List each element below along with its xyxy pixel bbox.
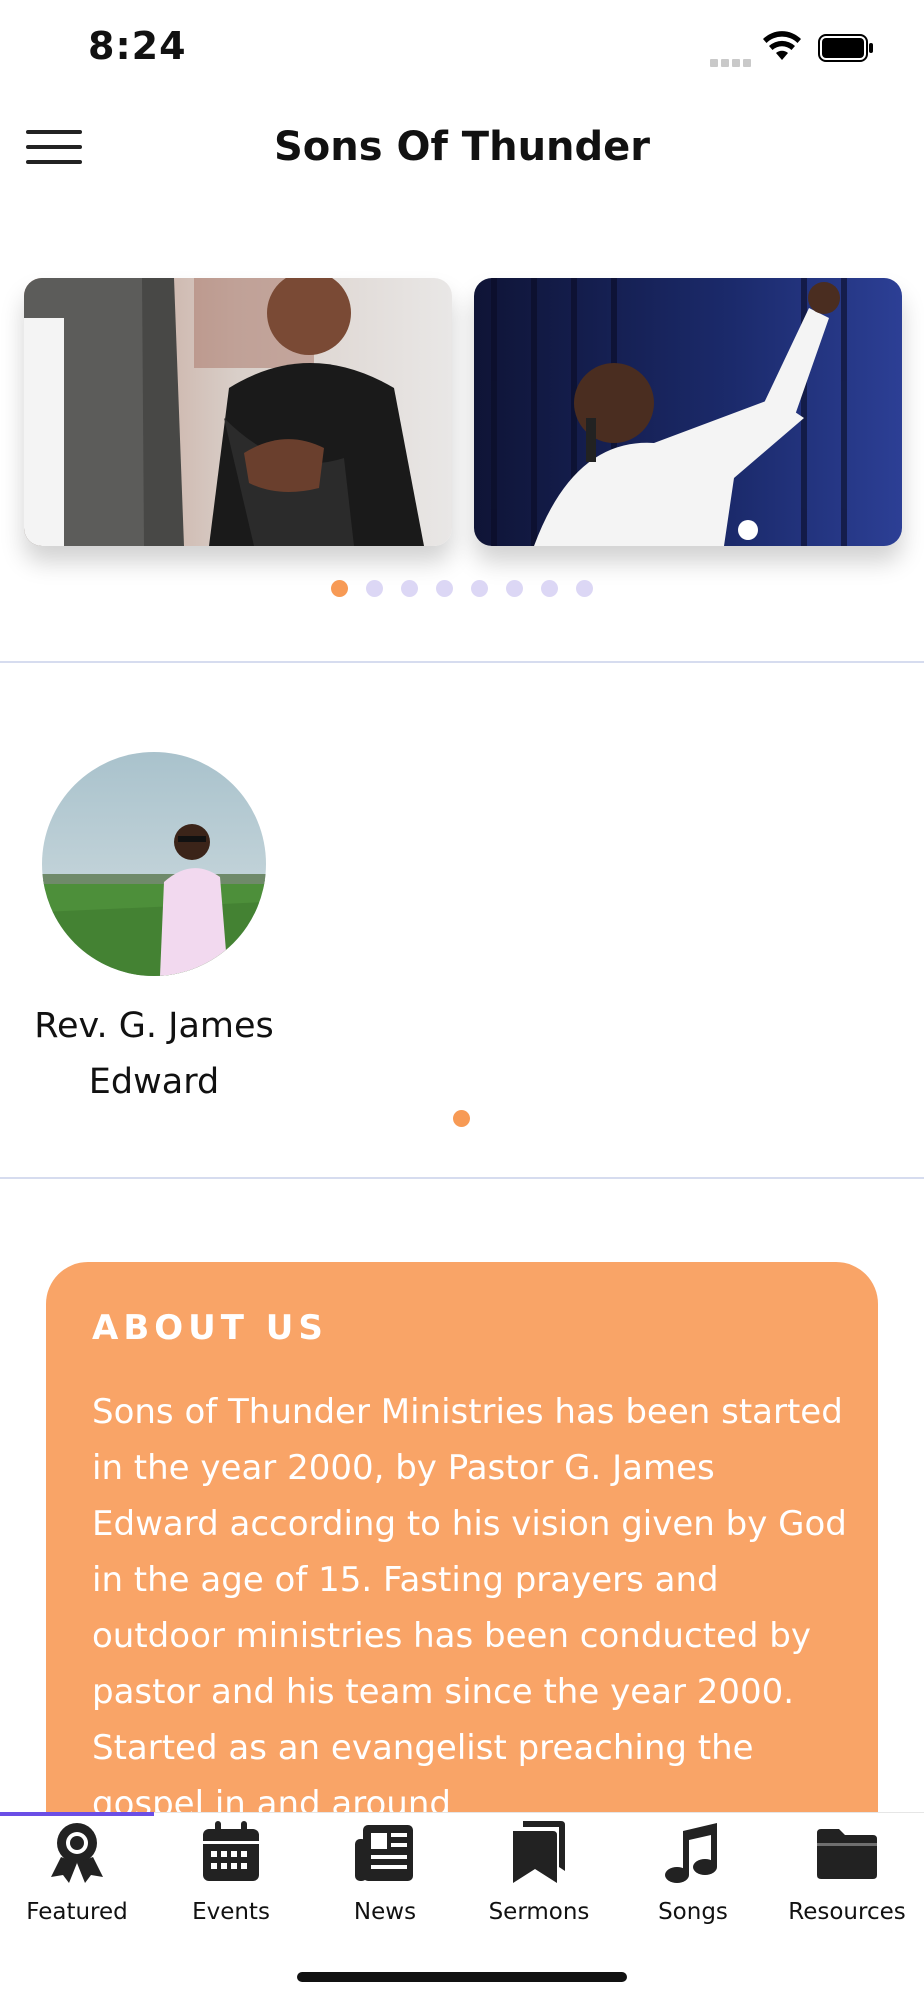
carousel-slide[interactable] [474,278,902,546]
tab-sermons[interactable]: Sermons [462,1813,616,1933]
tab-news[interactable]: News [308,1813,462,1933]
status-bar: 8:24 [0,0,924,100]
tab-label: Events [192,1899,270,1925]
about-us-card: ABOUT US Sons of Thunder Ministries has … [46,1262,878,1862]
app-header: Sons Of Thunder [0,110,924,190]
section-divider [0,1177,924,1179]
award-icon [51,1823,103,1883]
pagination-dot[interactable] [471,580,488,597]
tab-resources[interactable]: Resources [770,1813,924,1933]
cellular-signal-icon [710,54,754,72]
calendar-icon [203,1821,259,1881]
pagination-dot[interactable] [366,580,383,597]
pagination-dot[interactable] [401,580,418,597]
tab-label: Resources [788,1899,906,1925]
page-title: Sons Of Thunder [273,124,651,170]
pagination-dot[interactable] [436,580,453,597]
pagination-dot-active[interactable] [331,580,348,597]
bookmarks-icon [513,1821,565,1883]
banner-carousel[interactable] [0,278,924,548]
tab-label: News [353,1899,417,1925]
status-time: 8:24 [88,24,187,68]
pagination-dot[interactable] [576,580,593,597]
about-text: Sons of Thunder Ministries has been star… [92,1392,847,1824]
tab-label: Songs [658,1899,728,1925]
section-divider [0,661,924,663]
battery-icon [818,34,873,62]
preacher-photo [474,278,902,546]
tab-songs[interactable]: Songs [616,1813,770,1933]
tab-featured[interactable]: Featured [0,1813,154,1933]
avatar [42,752,266,976]
wifi-icon [763,31,801,60]
folder-icon [817,1829,877,1879]
pagination-dot[interactable] [541,580,558,597]
carousel-slide[interactable] [24,278,452,546]
portrait-photo [42,752,266,976]
about-title: ABOUT US [92,1308,328,1348]
leader-card[interactable]: Rev. G. James Edward [20,752,288,1110]
newspaper-icon [355,1825,413,1881]
pagination-dot-active[interactable] [453,1110,470,1127]
music-note-icon [665,1823,717,1883]
pagination-dot[interactable] [506,580,523,597]
couple-photo [24,278,452,546]
tab-label: Featured [26,1899,128,1925]
leader-name: Rev. G. James Edward [34,1006,274,1102]
carousel-pagination [0,580,924,602]
tab-label: Sermons [488,1899,590,1925]
tab-events[interactable]: Events [154,1813,308,1933]
home-indicator [297,1972,627,1982]
